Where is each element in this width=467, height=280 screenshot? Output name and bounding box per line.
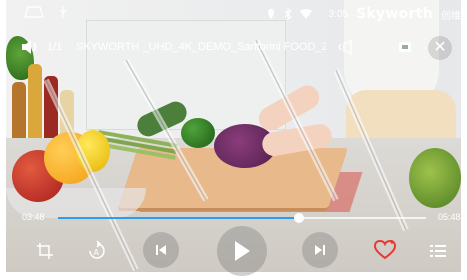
location-icon: [268, 9, 275, 19]
screen-button[interactable]: [394, 36, 416, 58]
video-title: SKYWORTH _UHD_4K_DEMO_Santorini FOOD_201…: [76, 41, 326, 53]
previous-icon: [156, 245, 166, 255]
play-button[interactable]: [217, 226, 267, 276]
playlist-button[interactable]: [427, 240, 449, 262]
volume-icon[interactable]: [20, 38, 42, 56]
status-bar: 3:05 Skyworth 创维: [0, 0, 467, 24]
player-controls: A: [0, 226, 467, 276]
rotate-icon: A: [89, 241, 105, 259]
greens: [409, 148, 461, 208]
progress-knob[interactable]: [294, 213, 305, 223]
title-bar: 1/1 SKYWORTH _UHD_4K_DEMO_Santorini FOOD…: [0, 30, 467, 64]
bluetooth-icon: [285, 8, 293, 20]
next-button[interactable]: [302, 232, 338, 268]
progress-track[interactable]: [58, 213, 426, 223]
brand-logo: Skyworth: [355, 6, 433, 22]
close-button[interactable]: ✕: [428, 36, 452, 60]
favorite-button[interactable]: [373, 238, 397, 262]
heart-icon: [374, 240, 396, 260]
previous-button[interactable]: [143, 232, 179, 268]
sound-track-icon: [338, 39, 352, 55]
total-time: 05:48: [438, 212, 461, 222]
screenshot-button[interactable]: [34, 240, 56, 262]
episode-counter: 1/1: [47, 41, 63, 53]
usb-icon: [59, 6, 67, 18]
crop-icon: [37, 243, 53, 259]
rectangle-icon: [24, 6, 44, 18]
sound-track-button[interactable]: [336, 36, 358, 58]
wifi-icon: [300, 9, 313, 19]
progress-bar[interactable]: 03:48 05:48: [0, 208, 467, 228]
close-icon: ✕: [433, 39, 447, 56]
green-pepper: [181, 118, 215, 148]
next-icon: [315, 245, 325, 255]
screen-icon: [399, 42, 411, 52]
brand-sub-logo: 创维: [441, 10, 461, 22]
play-icon: [235, 241, 250, 261]
playlist-icon: [430, 245, 446, 257]
rotate-button[interactable]: A: [86, 240, 108, 262]
svg-text:A: A: [94, 248, 100, 257]
status-time: 3:05: [328, 8, 348, 20]
progress-fill: [58, 217, 300, 219]
current-time: 03:48: [22, 212, 45, 222]
lemon: [76, 130, 110, 172]
